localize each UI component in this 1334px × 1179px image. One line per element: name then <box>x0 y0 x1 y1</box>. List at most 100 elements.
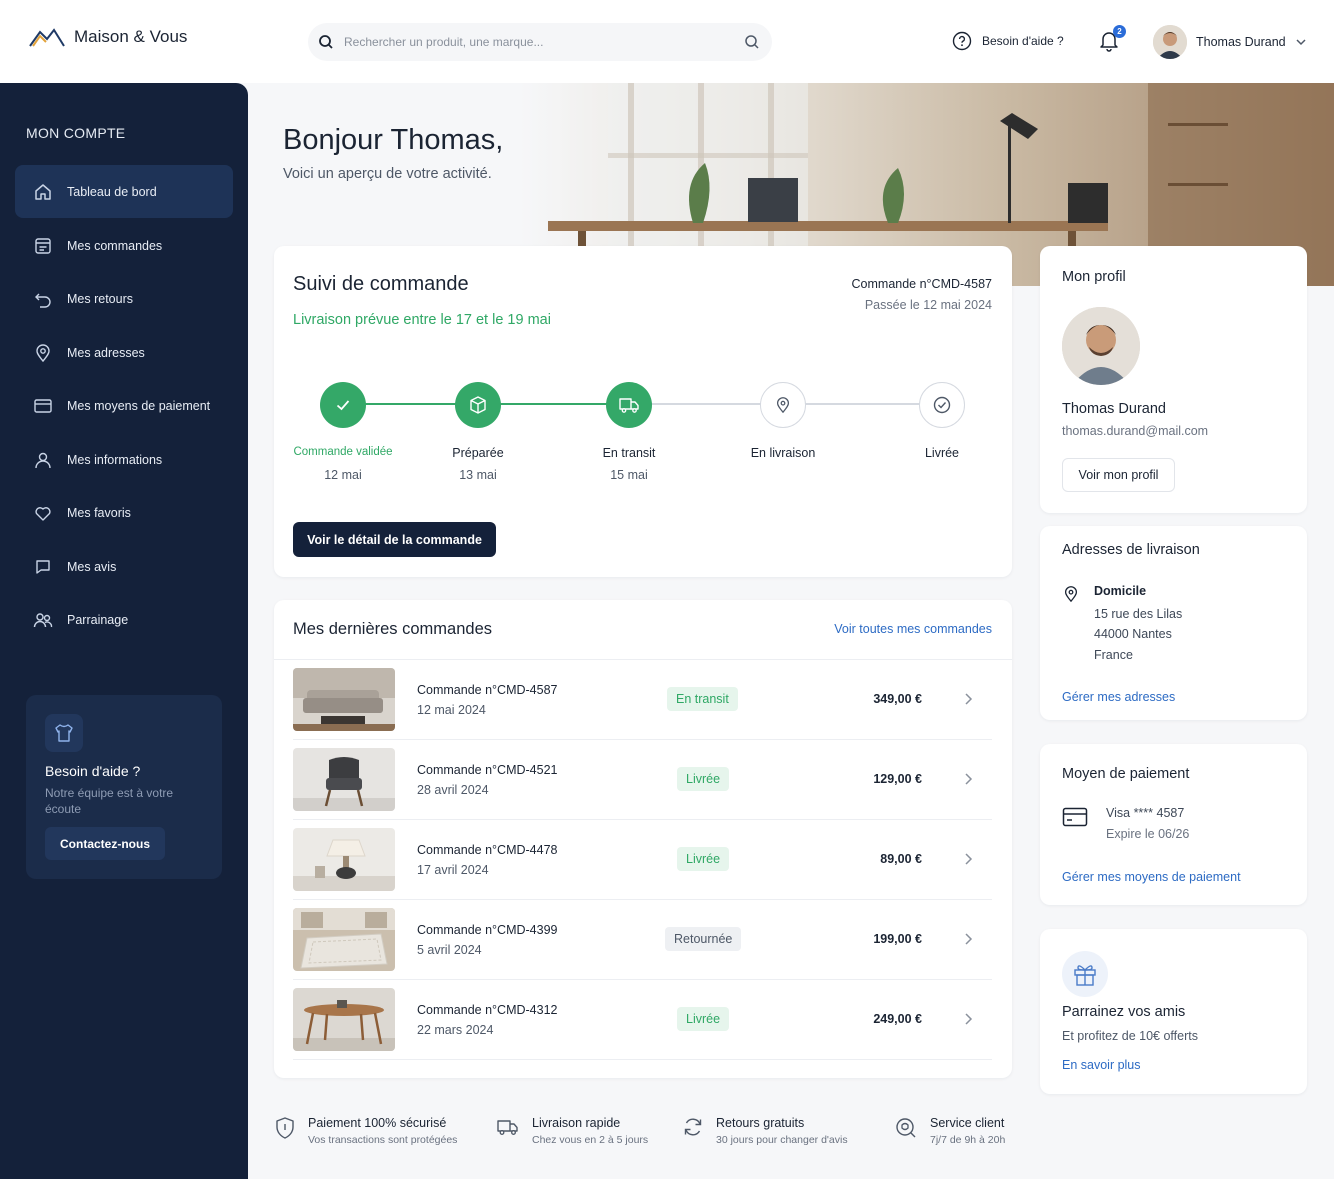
avatar <box>1153 25 1187 59</box>
step-in-transit <box>606 382 652 428</box>
product-thumbnail-armchair <box>293 748 395 811</box>
sidebar-item-referral[interactable]: Parrainage <box>15 593 233 646</box>
sidebar-title: MON COMPTE <box>26 125 126 141</box>
sidebar-item-returns[interactable]: Mes retours <box>15 272 233 325</box>
sidebar-item-addresses[interactable]: Mes adresses <box>15 326 233 379</box>
order-row[interactable]: Commande n°CMD-4312 22 mars 2024 Livrée … <box>293 980 992 1060</box>
notification-badge: 2 <box>1113 25 1126 38</box>
order-row[interactable]: Commande n°CMD-4478 17 avril 2024 Livrée… <box>293 820 992 900</box>
step-out-for-delivery <box>760 382 806 428</box>
credit-card-icon <box>33 396 53 416</box>
order-date: 17 avril 2024 <box>417 863 489 877</box>
check-circle-icon <box>932 395 952 415</box>
step-date: 13 mai <box>459 468 497 482</box>
box-icon <box>468 395 488 415</box>
chevron-right-icon[interactable] <box>962 1012 974 1026</box>
chat-bubble-icon <box>33 557 53 577</box>
feature-title: Paiement 100% sécurisé <box>308 1116 447 1130</box>
home-icon <box>33 182 53 202</box>
sidebar-item-label: Tableau de bord <box>67 184 157 199</box>
sidebar-item-label: Mes favoris <box>67 505 131 520</box>
logo-text: Maison & Vous <box>74 27 188 46</box>
sidebar-item-orders[interactable]: Mes commandes <box>15 219 233 272</box>
order-price: 129,00 € <box>873 772 922 786</box>
sidebar-item-label: Mes moyens de paiement <box>67 398 211 413</box>
search-bar[interactable]: Rechercher un produit, une marque... <box>308 23 772 61</box>
address-line: 44000 Nantes <box>1094 627 1172 641</box>
sidebar-item-favorites[interactable]: Mes favoris <box>15 486 233 539</box>
chevron-right-icon[interactable] <box>962 772 974 786</box>
sidebar-item-payment-methods[interactable]: Mes moyens de paiement <box>15 379 233 432</box>
user-menu[interactable]: Thomas Durand <box>1153 25 1307 59</box>
gift-icon <box>1062 951 1108 997</box>
location-pin-icon <box>1062 584 1080 604</box>
chevron-right-icon[interactable] <box>962 932 974 946</box>
feature-customer-service: Service client 7j/7 de 9h à 20h <box>894 1116 1005 1146</box>
profile-title: Mon profil <box>1062 269 1126 285</box>
help-card-text: Notre équipe est à votre écoute <box>45 786 174 816</box>
sidebar-item-dashboard[interactable]: Tableau de bord <box>15 165 233 218</box>
notifications-button[interactable]: 2 <box>1099 25 1126 52</box>
logo[interactable]: Maison & Vous <box>28 26 187 48</box>
feature-free-returns: Retours gratuits 30 jours pour changer d… <box>682 1116 848 1146</box>
search-submit-icon[interactable] <box>744 34 760 50</box>
refresh-icon <box>682 1116 704 1146</box>
card-number: Visa **** 4587 <box>1106 806 1185 820</box>
feature-title: Livraison rapide <box>532 1116 621 1130</box>
manage-payment-link[interactable]: Gérer mes moyens de paiement <box>1062 870 1241 884</box>
address-line: France <box>1094 648 1133 662</box>
order-price: 249,00 € <box>873 1012 922 1026</box>
order-date: 28 avril 2024 <box>417 783 489 797</box>
help-link[interactable]: Besoin d'aide ? <box>952 31 1064 51</box>
view-all-orders-link[interactable]: Voir toutes mes commandes <box>834 622 992 636</box>
chevron-right-icon[interactable] <box>962 692 974 706</box>
search-icon <box>318 34 334 50</box>
order-row[interactable]: Commande n°CMD-4399 5 avril 2024 Retourn… <box>293 900 992 980</box>
sidebar-item-label: Mes avis <box>67 559 117 574</box>
location-pin-icon <box>33 343 53 363</box>
help-card-title: Besoin d'aide ? <box>45 763 141 779</box>
order-tracking-card: Suivi de commande Livraison prévue entre… <box>274 246 1012 577</box>
view-profile-button[interactable]: Voir mon profil <box>1062 458 1175 492</box>
feature-text: Chez vous en 2 à 5 jours <box>532 1134 649 1146</box>
shield-icon <box>274 1116 296 1146</box>
order-name: Commande n°CMD-4399 <box>417 923 558 937</box>
truck-icon <box>496 1116 520 1146</box>
sidebar-item-label: Mes informations <box>67 452 163 467</box>
order-date: 5 avril 2024 <box>417 943 482 957</box>
feature-secure-payment: Paiement 100% sécurisé Vos transactions … <box>274 1116 457 1146</box>
feature-text: 7j/7 de 9h à 20h <box>930 1134 1006 1146</box>
support-icon <box>894 1116 918 1146</box>
manage-addresses-link[interactable]: Gérer mes adresses <box>1062 690 1175 704</box>
search-input[interactable]: Rechercher un produit, une marque... <box>344 35 744 49</box>
learn-more-link[interactable]: En savoir plus <box>1062 1058 1141 1072</box>
greeting-subtitle: Voici un aperçu de votre activité. <box>283 166 492 182</box>
contact-button[interactable]: Contactez-nous <box>45 827 165 860</box>
sidebar-item-reviews[interactable]: Mes avis <box>15 540 233 593</box>
tracking-title: Suivi de commande <box>293 273 469 295</box>
payment-title: Moyen de paiement <box>1062 766 1190 782</box>
order-date: Passée le 12 mai 2024 <box>864 298 992 312</box>
order-date: 12 mai 2024 <box>417 703 486 717</box>
help-card: Besoin d'aide ? Notre équipe est à votre… <box>26 695 222 879</box>
order-row[interactable]: Commande n°CMD-4521 28 avril 2024 Livrée… <box>293 740 992 820</box>
referral-title: Parrainez vos amis <box>1062 1004 1186 1020</box>
credit-card-icon <box>1062 806 1088 828</box>
order-date: 22 mars 2024 <box>417 1023 494 1037</box>
sidebar-item-label: Mes retours <box>67 291 133 306</box>
order-detail-button[interactable]: Voir le détail de la commande <box>293 522 496 557</box>
order-row[interactable]: Commande n°CMD-4587 12 mai 2024 En trans… <box>293 660 992 740</box>
order-name: Commande n°CMD-4312 <box>417 1003 558 1017</box>
payment-card: Moyen de paiement Visa **** 4587 Expire … <box>1040 744 1307 905</box>
chevron-right-icon[interactable] <box>962 852 974 866</box>
sidebar-item-information[interactable]: Mes informations <box>15 433 233 486</box>
user-name: Thomas Durand <box>1196 35 1286 49</box>
step-date: 12 mai <box>324 468 362 482</box>
recent-orders-card: Mes dernières commandes Voir toutes mes … <box>274 600 1012 1078</box>
status-badge: Livrée <box>677 1007 730 1031</box>
order-price: 199,00 € <box>873 932 922 946</box>
greeting-title: Bonjour Thomas, <box>283 124 504 156</box>
feature-text: 30 jours pour changer d'avis <box>716 1134 848 1146</box>
status-badge: En transit <box>667 687 738 711</box>
top-header: Maison & Vous Rechercher un produit, une… <box>0 0 1334 83</box>
